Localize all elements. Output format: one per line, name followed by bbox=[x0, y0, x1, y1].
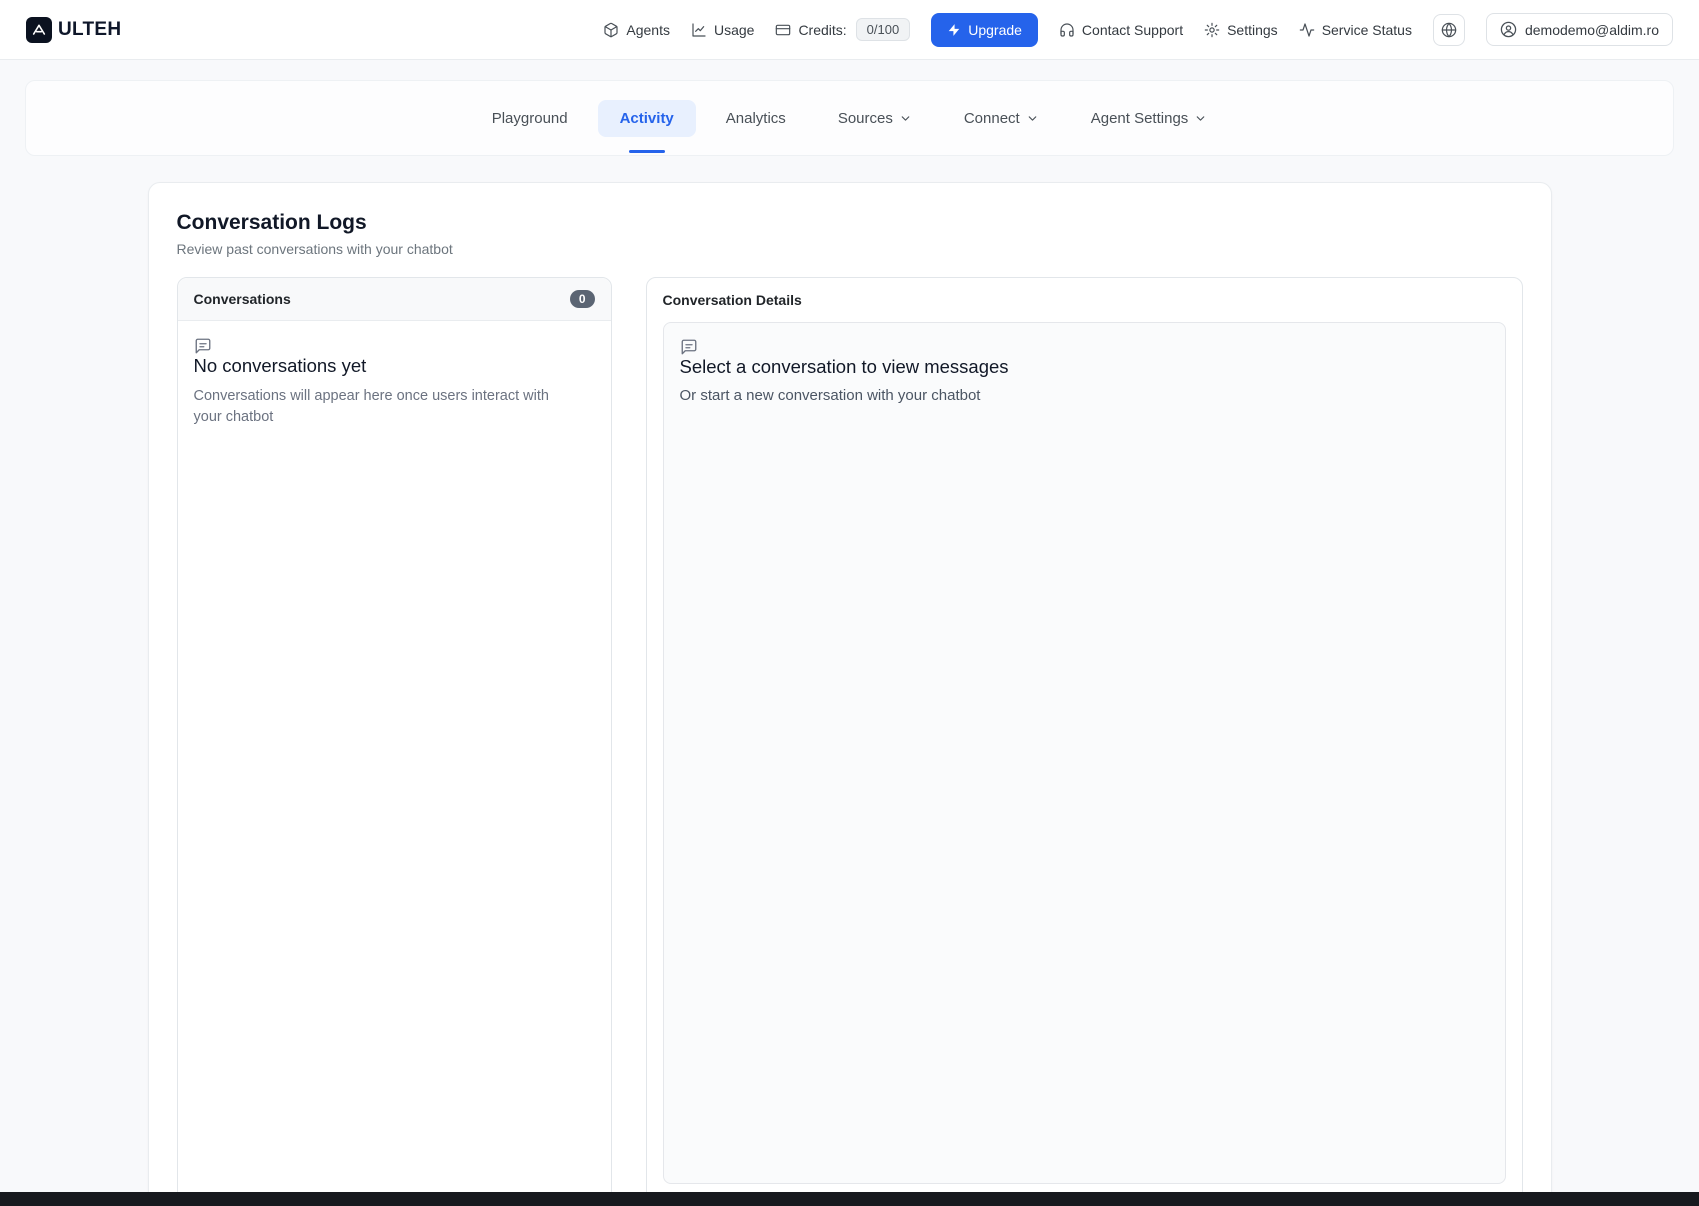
conversations-empty-state: No conversations yet Conversations will … bbox=[178, 321, 611, 1206]
conversation-details-panel: Conversation Details Select a conversati… bbox=[646, 277, 1523, 1206]
brand-name: ULTEH bbox=[58, 19, 121, 41]
settings-label: Settings bbox=[1227, 22, 1278, 38]
user-account-menu[interactable]: demodemo@aldim.ro bbox=[1486, 13, 1673, 46]
app-header: ULTEH Agents Usage Credits: 0/100 bbox=[0, 0, 1699, 60]
header-nav: Agents Usage Credits: 0/100 Upgrade bbox=[603, 13, 1673, 47]
chevron-down-icon bbox=[1194, 112, 1207, 125]
page-title: Conversation Logs bbox=[177, 211, 1523, 235]
tab-connect[interactable]: Connect bbox=[942, 100, 1061, 137]
headset-icon bbox=[1059, 22, 1075, 38]
agents-icon bbox=[603, 22, 619, 38]
tab-agent-settings-label: Agent Settings bbox=[1091, 110, 1189, 127]
details-empty-title: Select a conversation to view messages bbox=[680, 356, 1489, 378]
tab-activity[interactable]: Activity bbox=[598, 100, 696, 137]
brand-logo-icon bbox=[26, 17, 52, 43]
conversations-panel-title: Conversations bbox=[194, 291, 291, 307]
tab-playground[interactable]: Playground bbox=[470, 100, 590, 137]
conversation-details-title: Conversation Details bbox=[663, 292, 1506, 308]
page-footer-bar bbox=[0, 1192, 1699, 1206]
page-subtitle: Review past conversations with your chat… bbox=[177, 241, 1523, 257]
agents-label: Agents bbox=[626, 22, 670, 38]
tab-connect-label: Connect bbox=[964, 110, 1020, 127]
details-empty-text: Or start a new conversation with your ch… bbox=[680, 387, 1489, 404]
contact-support-label: Contact Support bbox=[1082, 22, 1183, 38]
conversations-panel-header: Conversations 0 bbox=[178, 278, 611, 321]
conversations-count-badge: 0 bbox=[570, 290, 595, 308]
tab-agent-settings[interactable]: Agent Settings bbox=[1069, 100, 1230, 137]
conversations-panel: Conversations 0 No conversations yet Con… bbox=[177, 277, 612, 1206]
message-square-icon bbox=[680, 338, 1489, 356]
usage-label: Usage bbox=[714, 22, 754, 38]
service-status-label: Service Status bbox=[1322, 22, 1412, 38]
credits-value-badge: 0/100 bbox=[856, 18, 911, 41]
user-email: demodemo@aldim.ro bbox=[1525, 22, 1659, 38]
language-globe-button[interactable] bbox=[1433, 14, 1465, 46]
chevron-down-icon bbox=[1026, 112, 1039, 125]
upgrade-label: Upgrade bbox=[968, 22, 1022, 38]
conversations-empty-title: No conversations yet bbox=[194, 355, 595, 377]
tab-activity-label: Activity bbox=[620, 110, 674, 127]
credits-label: Credits: bbox=[798, 22, 846, 38]
credit-card-icon bbox=[775, 22, 791, 38]
usage-chart-icon bbox=[691, 22, 707, 38]
details-empty-state: Select a conversation to view messages O… bbox=[663, 322, 1506, 1184]
settings-nav-item[interactable]: Settings bbox=[1204, 22, 1278, 38]
tab-sources-label: Sources bbox=[838, 110, 893, 127]
brand[interactable]: ULTEH bbox=[26, 17, 121, 43]
conversation-logs-card: Conversation Logs Review past conversati… bbox=[148, 182, 1552, 1206]
chevron-down-icon bbox=[899, 112, 912, 125]
agents-nav-item[interactable]: Agents bbox=[603, 22, 670, 38]
user-avatar-icon bbox=[1500, 21, 1517, 38]
panels-row: Conversations 0 No conversations yet Con… bbox=[177, 277, 1523, 1206]
usage-nav-item[interactable]: Usage bbox=[691, 22, 754, 38]
message-square-icon bbox=[194, 337, 595, 355]
tab-bar: Playground Activity Analytics Sources Co… bbox=[25, 80, 1674, 156]
activity-pulse-icon bbox=[1299, 22, 1315, 38]
service-status-nav-item[interactable]: Service Status bbox=[1299, 22, 1412, 38]
tab-analytics[interactable]: Analytics bbox=[704, 100, 808, 137]
tab-analytics-label: Analytics bbox=[726, 110, 786, 127]
upgrade-button[interactable]: Upgrade bbox=[931, 13, 1038, 47]
conversations-empty-text: Conversations will appear here once user… bbox=[194, 386, 562, 428]
tab-sources[interactable]: Sources bbox=[816, 100, 934, 137]
gear-icon bbox=[1204, 22, 1220, 38]
contact-support-nav-item[interactable]: Contact Support bbox=[1059, 22, 1183, 38]
tab-playground-label: Playground bbox=[492, 110, 568, 127]
globe-icon bbox=[1441, 22, 1457, 38]
lightning-bolt-icon bbox=[947, 23, 961, 37]
credits-indicator: Credits: 0/100 bbox=[775, 18, 910, 41]
